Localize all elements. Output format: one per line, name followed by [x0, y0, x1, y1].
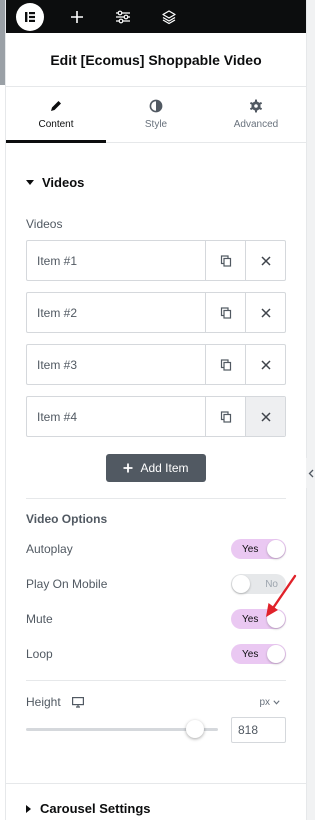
duplicate-icon[interactable]	[205, 241, 245, 280]
height-input[interactable]: 818	[231, 717, 286, 743]
panel-title: Edit [Ecomus] Shoppable Video	[50, 51, 262, 68]
height-slider-handle[interactable]	[185, 720, 204, 738]
add-item-label: Add Item	[140, 461, 189, 475]
repeater-item-title[interactable]: Item #1	[27, 241, 205, 280]
repeater-item: Item #1	[26, 240, 286, 281]
chevron-left-icon	[308, 469, 313, 477]
repeater-item: Item #3	[26, 344, 286, 385]
duplicate-icon[interactable]	[205, 293, 245, 332]
toggle-label: Loop	[26, 647, 53, 661]
chevron-down-icon	[273, 699, 280, 705]
height-label: Height	[26, 695, 61, 709]
duplicate-icon[interactable]	[205, 397, 245, 436]
loop-switch[interactable]: Yes	[231, 644, 286, 664]
section-carousel-settings-toggle[interactable]: Carousel Settings	[26, 801, 151, 816]
section-title: Carousel Settings	[40, 801, 151, 816]
close-icon[interactable]	[245, 241, 285, 280]
tab-content[interactable]: Content	[6, 87, 106, 143]
duplicate-icon[interactable]	[205, 345, 245, 384]
divider	[26, 680, 286, 681]
toggle-row-autoplay: Autoplay Yes	[26, 537, 286, 561]
add-item-button[interactable]: Add Item	[106, 454, 206, 482]
preview-frame-edge	[306, 0, 315, 820]
switch-state: Yes	[242, 648, 259, 660]
gear-icon	[250, 99, 262, 113]
desktop-icon[interactable]	[71, 696, 84, 708]
tab-label: Content	[38, 119, 74, 130]
repeater-item-title[interactable]: Item #4	[27, 397, 205, 436]
top-toolbar	[6, 0, 306, 33]
panel-content: Videos Videos Item #1 Item #2 Item #3 It…	[6, 143, 306, 820]
toggle-row-play-on-mobile: Play On Mobile No	[26, 572, 286, 596]
panel-tabs: Content Style Advanced	[6, 87, 306, 143]
caret-down-icon	[26, 180, 34, 185]
pencil-icon	[51, 101, 61, 111]
section-divider	[6, 783, 306, 784]
section-title: Videos	[42, 175, 85, 190]
autoplay-switch[interactable]: Yes	[231, 539, 286, 559]
video-options-heading: Video Options	[26, 512, 108, 526]
divider	[26, 498, 286, 499]
toggle-row-loop: Loop Yes	[26, 642, 286, 666]
repeater-item-title[interactable]: Item #2	[27, 293, 205, 332]
plus-icon[interactable]	[54, 0, 100, 33]
unit-select[interactable]: px	[259, 697, 280, 708]
frame-scrollbar[interactable]	[0, 0, 5, 85]
toggle-label: Play On Mobile	[26, 577, 108, 591]
videos-field-label: Videos	[26, 217, 63, 231]
switch-knob	[267, 645, 285, 663]
half-circle-icon	[149, 99, 163, 113]
repeater-item: Item #4	[26, 396, 286, 437]
toggle-row-mute: Mute Yes	[26, 607, 286, 631]
toggle-label: Autoplay	[26, 542, 73, 556]
tab-advanced[interactable]: Advanced	[206, 87, 306, 142]
switch-knob	[267, 540, 285, 558]
panel-header: Edit [Ecomus] Shoppable Video	[6, 33, 306, 87]
collapse-panel-handle[interactable]	[306, 458, 315, 488]
sliders-icon[interactable]	[100, 0, 146, 33]
repeater-item: Item #2	[26, 292, 286, 333]
section-videos-toggle[interactable]: Videos	[26, 175, 84, 190]
tab-label: Style	[144, 119, 168, 130]
unit-label: px	[259, 696, 270, 708]
annotation-arrow-icon	[266, 574, 297, 617]
close-icon[interactable]	[245, 293, 285, 332]
switch-state: Yes	[242, 613, 259, 625]
tab-label: Advanced	[233, 119, 279, 130]
repeater-item-title[interactable]: Item #3	[27, 345, 205, 384]
plus-icon	[123, 463, 133, 473]
elementor-logo-icon[interactable]	[16, 2, 44, 31]
switch-knob	[232, 575, 250, 593]
layers-icon[interactable]	[146, 0, 192, 33]
caret-right-icon	[26, 804, 31, 813]
close-icon[interactable]	[245, 345, 285, 384]
close-icon[interactable]	[245, 397, 285, 436]
tab-style[interactable]: Style	[106, 87, 206, 142]
toggle-label: Mute	[26, 612, 53, 626]
switch-state: Yes	[242, 543, 259, 555]
height-control-header: Height px	[26, 693, 286, 711]
